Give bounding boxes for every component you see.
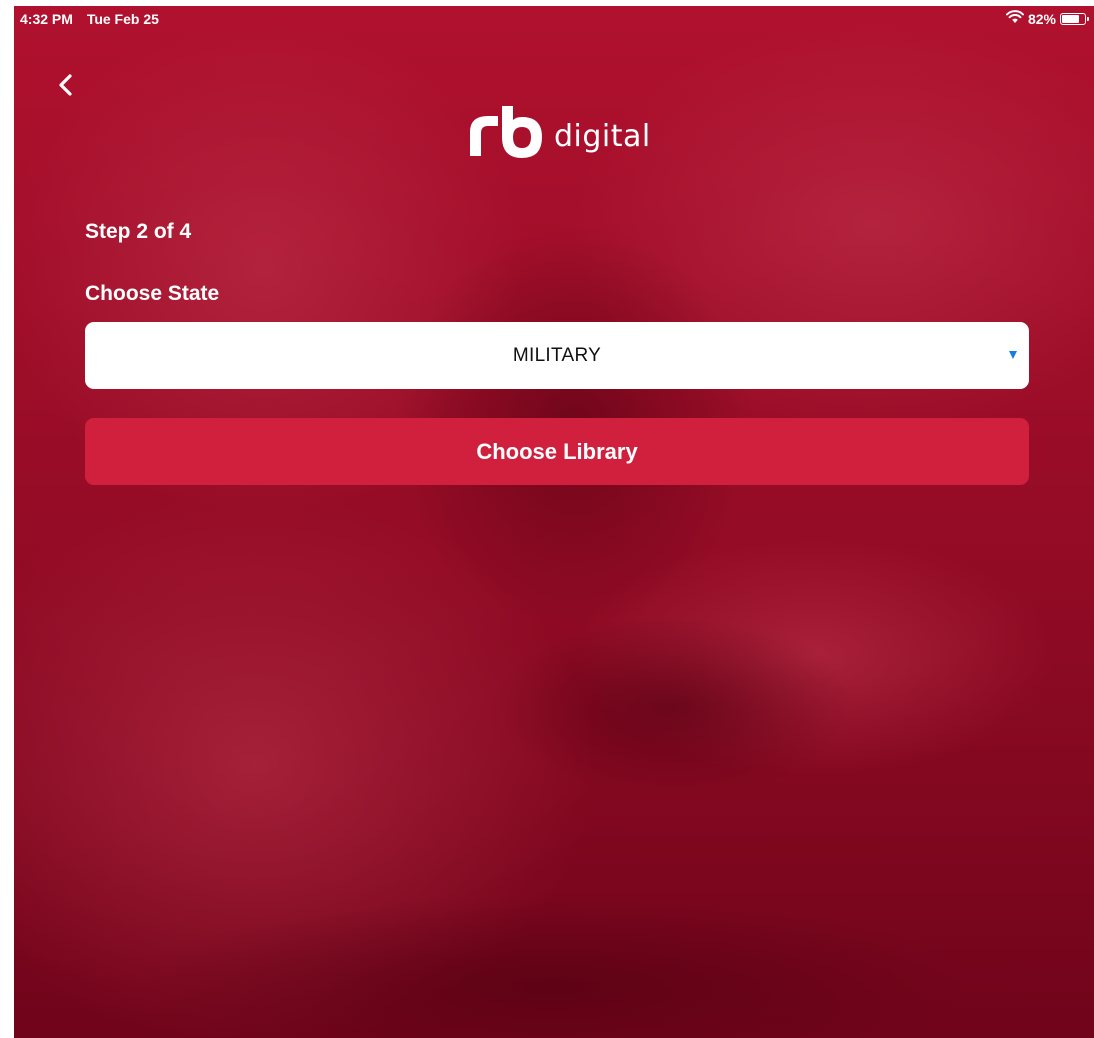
app-screen: 4:32 PM Tue Feb 25 82% digital Step 2 of…: [14, 6, 1094, 1038]
status-left: 4:32 PM Tue Feb 25: [20, 11, 159, 27]
dropdown-arrow-icon: [1009, 351, 1017, 359]
step-indicator: Step 2 of 4: [85, 220, 192, 243]
state-selected-value: MILITARY: [512, 344, 602, 366]
chevron-left-icon: [59, 74, 72, 96]
choose-library-button[interactable]: Choose Library: [85, 418, 1029, 485]
state-select[interactable]: MILITARY: [85, 322, 1029, 389]
status-bar: 4:32 PM Tue Feb 25 82%: [14, 6, 1094, 32]
battery-icon: [1060, 12, 1089, 25]
wifi-icon: [1005, 10, 1024, 27]
state-field-label: Choose State: [85, 282, 220, 305]
background-photo: [14, 6, 1094, 1038]
status-right: 82%: [1005, 10, 1089, 27]
back-button[interactable]: [50, 68, 82, 102]
battery-fill: [1062, 14, 1079, 23]
rb-logo-mark: [470, 106, 542, 158]
status-date: Tue Feb 25: [86, 11, 159, 27]
battery-percent: 82%: [1027, 10, 1056, 27]
status-time: 4:32 PM: [20, 11, 73, 27]
logo-word: digital: [554, 119, 651, 154]
rbdigital-logo: digital: [466, 102, 656, 160]
